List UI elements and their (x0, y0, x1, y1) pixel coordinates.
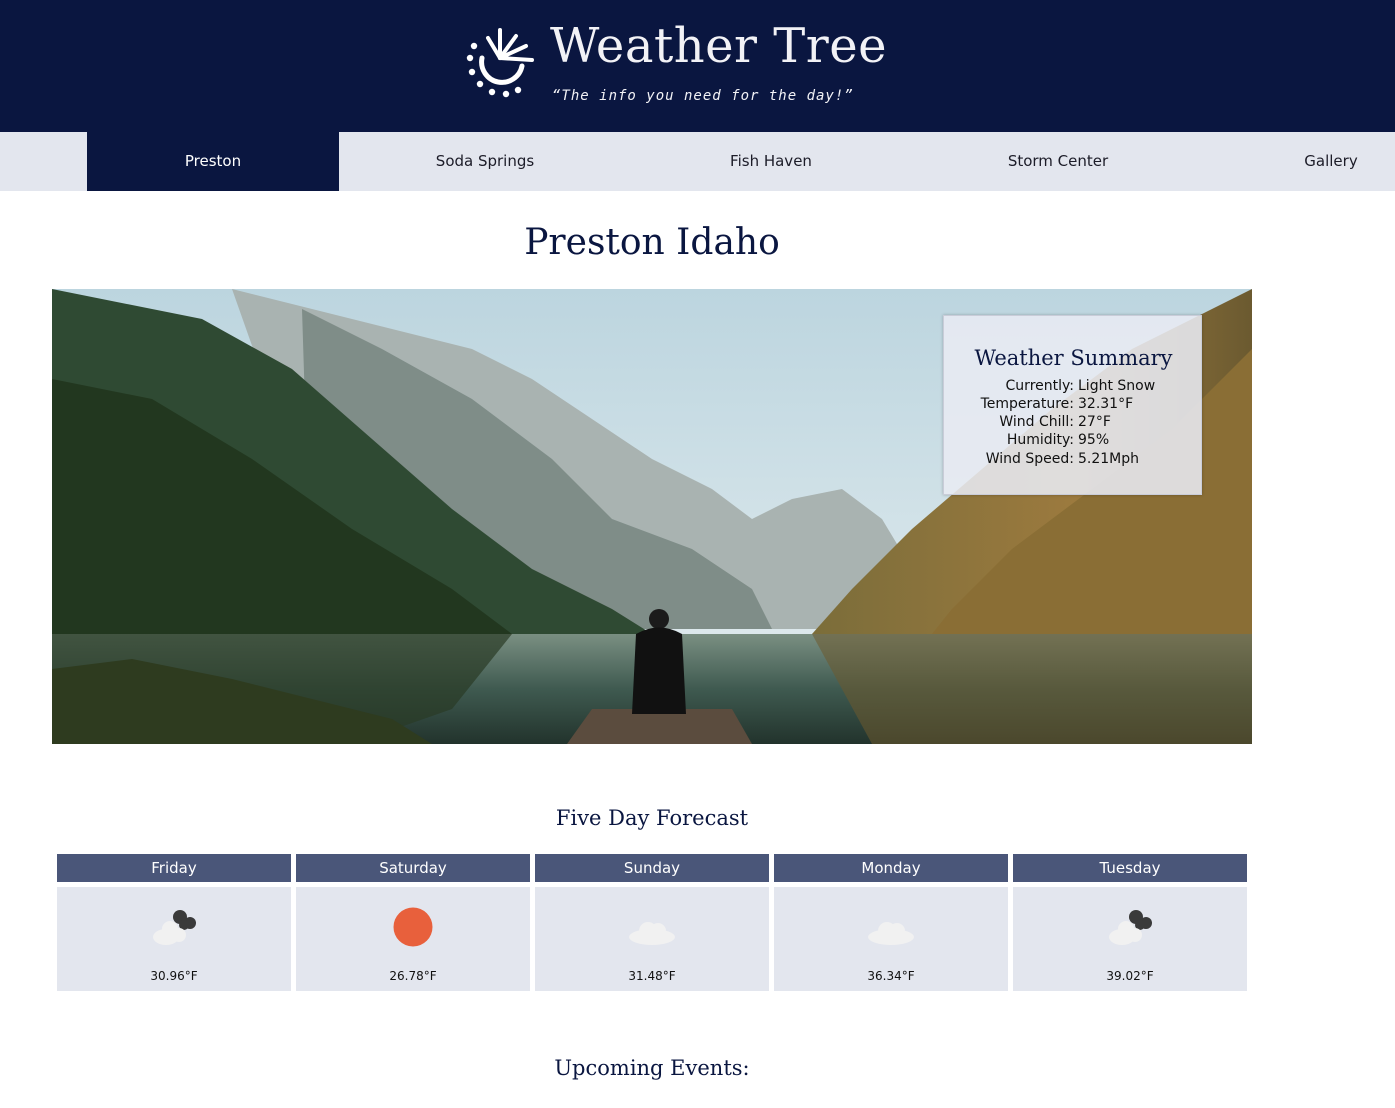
summary-row-currently: Currently: Light Snow (944, 378, 1203, 396)
nav-item-storm-center[interactable]: Storm Center (968, 132, 1148, 191)
summary-value: Light Snow (1078, 378, 1156, 394)
forecast-day-header: Friday (57, 854, 291, 882)
nav-item-preston[interactable]: Preston (87, 132, 339, 191)
forecast-temp: 30.96°F (150, 969, 198, 983)
summary-row-temperature: Temperature: 32.31°F (944, 396, 1203, 414)
forecast-temp: 26.78°F (389, 969, 437, 983)
weather-summary-title: Weather Summary (974, 346, 1173, 370)
partly-cloudy-night-icon (1109, 910, 1152, 945)
forecast-day-card: 31.48°F (535, 887, 769, 991)
summary-label: Humidity: (1006, 432, 1074, 448)
forecast-day-card: 26.78°F (296, 887, 530, 991)
forecast-temp: 39.02°F (1106, 969, 1154, 983)
forecast-day-card: 30.96°F (57, 887, 291, 991)
forecast-title: Five Day Forecast (555, 806, 749, 830)
summary-label: Currently: (1005, 378, 1074, 394)
site-header: Weather Tree “The info you need for the … (0, 0, 1395, 132)
summary-row-wind-speed: Wind Speed: 5.21Mph (944, 451, 1203, 469)
forecast-day-card: 39.02°F (1013, 887, 1247, 991)
upcoming-events-title: Upcoming Events: (554, 1056, 750, 1080)
site-tagline: “The info you need for the day!” (552, 88, 854, 104)
sun-icon (393, 907, 433, 947)
summary-row-humidity: Humidity: 95% (944, 432, 1203, 450)
forecast-day-header: Tuesday (1013, 854, 1247, 882)
page-title: Preston Idaho (524, 222, 780, 263)
summary-value: 5.21Mph (1078, 451, 1140, 467)
summary-label: Wind Speed: (985, 451, 1074, 467)
forecast-temp: 36.34°F (867, 969, 915, 983)
summary-value: 27°F (1078, 414, 1111, 430)
site-title: Weather Tree (550, 18, 888, 74)
main-nav: Preston Soda Springs Fish Haven Storm Ce… (0, 132, 1395, 191)
forecast-day-header: Monday (774, 854, 1008, 882)
summary-row-wind-chill: Wind Chill: 27°F (944, 414, 1203, 432)
nav-item-fish-haven[interactable]: Fish Haven (681, 132, 861, 191)
forecast-day-header: Sunday (535, 854, 769, 882)
forecast-day-card: 36.34°F (774, 887, 1008, 991)
sun-burst-icon (466, 28, 534, 98)
summary-label: Temperature: (980, 396, 1074, 412)
cloud-icon (868, 922, 914, 945)
cloud-icon (629, 922, 675, 945)
summary-value: 32.31°F (1078, 396, 1134, 412)
forecast-temp: 31.48°F (628, 969, 676, 983)
forecast-day-header: Saturday (296, 854, 530, 882)
weather-summary-panel: Weather Summary Currently: Light Snow Te… (943, 315, 1202, 495)
nav-item-soda-springs[interactable]: Soda Springs (385, 132, 585, 191)
summary-value: 95% (1078, 432, 1110, 448)
nav-item-gallery[interactable]: Gallery (1281, 132, 1381, 191)
partly-cloudy-night-icon (153, 910, 196, 945)
summary-label: Wind Chill: (999, 414, 1074, 430)
